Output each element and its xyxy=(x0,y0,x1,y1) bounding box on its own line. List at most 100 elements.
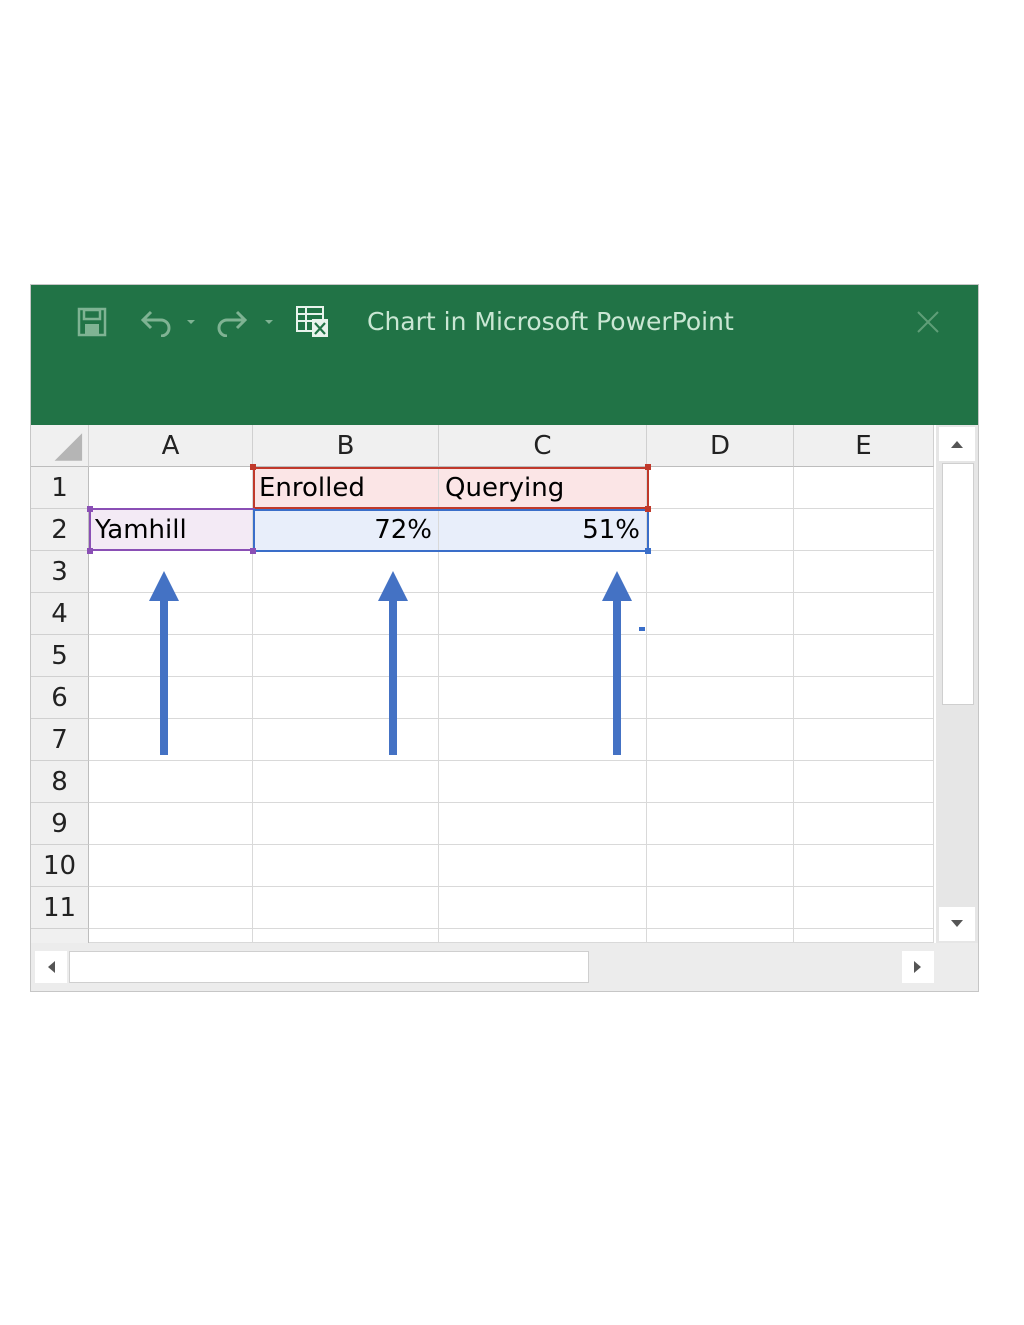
row-header-8[interactable]: 8 xyxy=(31,761,89,803)
row-header-3[interactable]: 3 xyxy=(31,551,89,593)
cell-e11[interactable] xyxy=(794,887,934,929)
cell-c1[interactable]: Querying xyxy=(439,467,647,509)
cell-b12[interactable] xyxy=(253,929,439,943)
category-range-handle[interactable] xyxy=(87,506,93,512)
cell-e12[interactable] xyxy=(794,929,934,943)
row-header-7[interactable]: 7 xyxy=(31,719,89,761)
caret-left-icon xyxy=(48,961,55,973)
cell-d11[interactable] xyxy=(647,887,794,929)
edit-data-icon[interactable] xyxy=(293,305,333,339)
category-range-handle[interactable] xyxy=(250,548,256,554)
scroll-right-button[interactable] xyxy=(902,951,934,983)
horizontal-scroll-thumb[interactable] xyxy=(69,951,589,983)
cell-e9[interactable] xyxy=(794,803,934,845)
cell-e3[interactable] xyxy=(794,551,934,593)
cell-d1[interactable] xyxy=(647,467,794,509)
cell-a12[interactable] xyxy=(89,929,253,943)
cell-a1[interactable] xyxy=(89,467,253,509)
cell-c8[interactable] xyxy=(439,761,647,803)
cell-d4[interactable] xyxy=(647,593,794,635)
cell-a10[interactable] xyxy=(89,845,253,887)
cell-b10[interactable] xyxy=(253,845,439,887)
cell-d6[interactable] xyxy=(647,677,794,719)
redo-dropdown-icon[interactable] xyxy=(261,305,277,339)
series-range-handle[interactable] xyxy=(250,464,256,470)
cell-e10[interactable] xyxy=(794,845,934,887)
vertical-scrollbar[interactable] xyxy=(936,425,978,943)
cell-d10[interactable] xyxy=(647,845,794,887)
cell-b8[interactable] xyxy=(253,761,439,803)
cell-e7[interactable] xyxy=(794,719,934,761)
series-range-handle[interactable] xyxy=(645,506,651,512)
cell-e1[interactable] xyxy=(794,467,934,509)
title-bar: Chart in Microsoft PowerPoint xyxy=(31,285,978,425)
cell-c11[interactable] xyxy=(439,887,647,929)
arrow-annotation-c xyxy=(602,571,632,755)
row-header-5[interactable]: 5 xyxy=(31,635,89,677)
horizontal-scrollbar[interactable] xyxy=(31,943,978,991)
vertical-scroll-thumb[interactable] xyxy=(942,463,974,705)
arrow-annotation-b xyxy=(378,571,408,755)
close-icon[interactable] xyxy=(911,305,945,339)
select-all-corner[interactable] xyxy=(31,425,89,467)
cell-b5[interactable] xyxy=(253,635,439,677)
cell-c10[interactable] xyxy=(439,845,647,887)
row-header-9[interactable]: 9 xyxy=(31,803,89,845)
row-header-2[interactable]: 2 xyxy=(31,509,89,551)
cell-d5[interactable] xyxy=(647,635,794,677)
cell-c9[interactable] xyxy=(439,803,647,845)
cell-d9[interactable] xyxy=(647,803,794,845)
cell-b7[interactable] xyxy=(253,719,439,761)
cell-c12[interactable] xyxy=(439,929,647,943)
excel-chart-data-window: Chart in Microsoft PowerPoint A B C D E … xyxy=(30,284,979,992)
caret-up-icon xyxy=(951,441,963,448)
spreadsheet-grid: A B C D E 1 2 3 4 5 6 7 8 9 10 11 Enroll… xyxy=(31,425,934,943)
row-header-4[interactable]: 4 xyxy=(31,593,89,635)
cell-b4[interactable] xyxy=(253,593,439,635)
category-range-handle[interactable] xyxy=(87,548,93,554)
cell-b3[interactable] xyxy=(253,551,439,593)
column-header-b[interactable]: B xyxy=(253,425,439,467)
save-icon[interactable] xyxy=(75,305,109,339)
column-header-a[interactable]: A xyxy=(89,425,253,467)
cell-d2[interactable] xyxy=(647,509,794,551)
series-range-handle[interactable] xyxy=(645,464,651,470)
column-header-c[interactable]: C xyxy=(439,425,647,467)
scroll-left-button[interactable] xyxy=(35,951,67,983)
cell-b2[interactable]: 72% xyxy=(253,509,439,551)
row-header-1[interactable]: 1 xyxy=(31,467,89,509)
cell-c2[interactable]: 51% xyxy=(439,509,647,551)
cell-a11[interactable] xyxy=(89,887,253,929)
cell-d12[interactable] xyxy=(647,929,794,943)
cell-e6[interactable] xyxy=(794,677,934,719)
redo-icon[interactable] xyxy=(213,305,253,339)
scroll-up-button[interactable] xyxy=(939,427,975,461)
window-title: Chart in Microsoft PowerPoint xyxy=(367,307,734,336)
cell-b6[interactable] xyxy=(253,677,439,719)
cell-a2[interactable]: Yamhill xyxy=(89,509,253,551)
cell-b9[interactable] xyxy=(253,803,439,845)
column-header-d[interactable]: D xyxy=(647,425,794,467)
arrow-annotation-a xyxy=(149,571,179,755)
values-range-handle[interactable] xyxy=(645,548,651,554)
cell-d3[interactable] xyxy=(647,551,794,593)
undo-icon[interactable] xyxy=(135,305,175,339)
cell-b11[interactable] xyxy=(253,887,439,929)
undo-dropdown-icon[interactable] xyxy=(183,305,199,339)
cell-d7[interactable] xyxy=(647,719,794,761)
cell-b1[interactable]: Enrolled xyxy=(253,467,439,509)
cell-e8[interactable] xyxy=(794,761,934,803)
caret-right-icon xyxy=(914,961,921,973)
cell-a8[interactable] xyxy=(89,761,253,803)
row-header-10[interactable]: 10 xyxy=(31,845,89,887)
cell-e2[interactable] xyxy=(794,509,934,551)
cell-a9[interactable] xyxy=(89,803,253,845)
cell-e5[interactable] xyxy=(794,635,934,677)
scroll-down-button[interactable] xyxy=(939,907,975,941)
cell-e4[interactable] xyxy=(794,593,934,635)
column-header-e[interactable]: E xyxy=(794,425,934,467)
caret-down-icon xyxy=(951,920,963,927)
row-header-6[interactable]: 6 xyxy=(31,677,89,719)
row-header-11[interactable]: 11 xyxy=(31,887,89,929)
cell-d8[interactable] xyxy=(647,761,794,803)
